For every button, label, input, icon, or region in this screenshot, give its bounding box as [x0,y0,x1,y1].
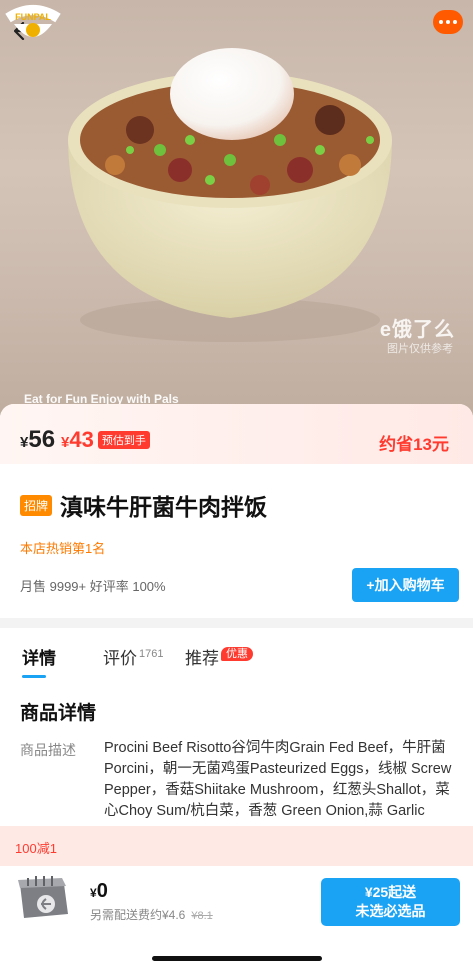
currency-symbol: ¥ [90,886,97,900]
estimate-badge: 预估到手 [97,431,150,449]
signature-badge: 招牌 [20,494,53,516]
bottom-cart-bar: ¥ 0 另需配送费约¥4.6 ¥8.1 ¥25起送 未选必选品 [0,866,473,966]
delivery-fee-text: 另需配送费约¥4.6 [90,908,186,922]
add-to-cart-button[interactable]: +加入购物车 [352,568,459,602]
eleme-watermark: e饿了么 [379,319,455,341]
review-count: 1761 [139,648,164,660]
more-button[interactable] [433,10,463,34]
svg-text:FUNPAL: FUNPAL [15,12,51,22]
tab-label: 推荐 [185,649,219,668]
active-tab-indicator [22,675,46,678]
tab-label: 详情 [22,649,56,668]
required-item-text: 未选必选品 [355,903,426,919]
currency-symbol: ¥ [20,434,29,451]
more-dots-icon [439,20,443,24]
delivery-fee: 另需配送费约¥4.6 ¥8.1 [90,906,213,923]
sales-stats: 月售 9999+ 好评率 100% [20,579,166,594]
discount-badge: 优惠 [221,647,253,661]
current-price: 43 [69,427,94,452]
detail-tabs: 详情 评价 1761 推荐 优惠 [0,628,473,686]
section-title: 商品详情 [20,703,97,724]
title-row: 招牌 滇味牛肝菌牛肉拌饭 [20,488,267,522]
cart-box-icon[interactable] [14,870,72,922]
total-amount: 0 [96,880,108,902]
checkout-button[interactable]: ¥25起送 未选必选品 [321,878,460,926]
promo-text: 100减1 [15,841,57,856]
currency-symbol: ¥ [61,434,70,451]
price-row: ¥ 56 ¥ 43 预估到手 [20,426,150,454]
section-divider [0,618,473,628]
home-indicator [152,956,322,961]
product-info-card: ¥ 56 ¥ 43 预估到手 约省13元 招牌 滇味牛肝菌牛肉拌饭 本店热销第1… [0,404,473,618]
cart-total: ¥ 0 [90,880,108,903]
product-hero-image: e饿了么 图片仅供参考 Eat for Fun Enjoy with Pals … [0,0,473,420]
description-text: Procini Beef Risotto谷饲牛肉Grain Fed Beef，牛… [104,740,452,819]
delivery-fee-original: ¥8.1 [191,910,213,922]
tab-details[interactable]: 详情 [22,644,56,669]
rice-bowl-illustration [68,48,392,342]
image-disclaimer: 图片仅供参考 [387,343,453,355]
savings-text: 约省13元 [379,435,449,454]
tab-recommend[interactable]: 推荐 优惠 [185,644,253,669]
funpal-logo: FUNPAL [5,5,61,37]
promo-strip[interactable]: 100减1 [0,826,473,866]
min-order-text: ¥25起送 [364,884,417,900]
sales-rank: 本店热销第1名 [20,541,106,556]
description-label: 商品描述 [20,742,76,758]
original-price: 56 [28,426,56,453]
tab-label: 评价 [103,649,137,668]
product-title: 滇味牛肝菌牛肉拌饭 [60,494,268,520]
tab-reviews[interactable]: 评价 1761 [103,644,163,669]
